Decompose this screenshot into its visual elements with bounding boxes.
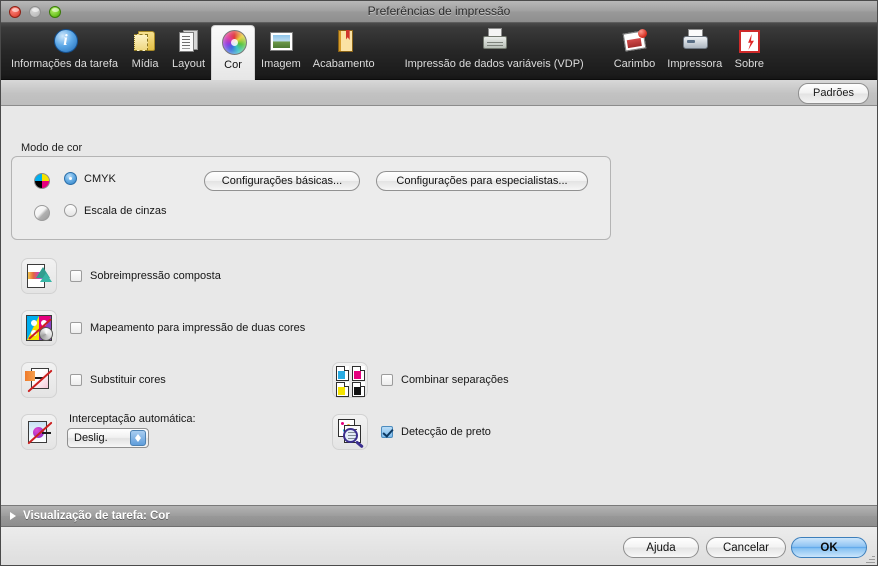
substitute-colors-icon [21, 362, 57, 398]
stamp-icon [619, 27, 649, 57]
printer-icon [680, 27, 710, 57]
checkbox-two-color-map[interactable] [70, 322, 82, 334]
toolbar-item-job-info[interactable]: i Informações da tarefa [5, 25, 124, 78]
print-preferences-window: Preferências de impressão i Informações … [0, 0, 878, 566]
toolbar-label: Impressão de dados variáveis (VDP) [404, 58, 584, 70]
toolbar-item-image[interactable]: Imagem [255, 25, 307, 78]
toolbar-item-finishing[interactable]: Acabamento [307, 25, 381, 78]
option-label: Sobreimpressão composta [90, 270, 221, 282]
expert-settings-button[interactable]: Configurações para especialistas... [376, 171, 588, 191]
option-auto-trapping [21, 414, 57, 450]
toolbar-label: Carimbo [613, 58, 656, 70]
finishing-icon [329, 27, 359, 57]
toolbar-item-stamp[interactable]: Carimbo [608, 25, 662, 78]
cmyk-wheel-icon [34, 173, 50, 189]
main-toolbar: i Informações da tarefa Mídia Layout Cor… [1, 23, 877, 80]
color-settings-panel: Modo de cor CMYK Escala de cinzas Config… [1, 106, 877, 505]
toolbar-label: Imagem [261, 58, 301, 70]
toolbar-label: Layout [172, 58, 206, 70]
composite-overprint-icon [21, 258, 57, 294]
radio-option-cmyk[interactable]: CMYK [64, 172, 116, 185]
window-title: Preferências de impressão [367, 4, 511, 18]
color-mode-group-label: Modo de cor [21, 142, 83, 154]
cancel-button[interactable]: Cancelar [706, 537, 786, 558]
media-icon [130, 27, 160, 57]
two-color-map-icon [21, 310, 57, 346]
radio-label: Escala de cinzas [84, 204, 167, 217]
toolbar-item-about[interactable]: Sobre [728, 25, 770, 78]
option-two-color-map[interactable]: Mapeamento para impressão de duas cores [21, 310, 305, 346]
checkbox-black-detection[interactable] [381, 426, 393, 438]
toolbar-item-layout[interactable]: Layout [166, 25, 211, 78]
radio-option-grayscale[interactable]: Escala de cinzas [64, 204, 167, 217]
toolbar-label: Mídia [131, 58, 159, 70]
option-combine-separations[interactable]: Combinar separações [332, 362, 509, 398]
auto-trapping-label: Interceptação automática: [69, 413, 196, 425]
auto-trapping-value: Deslig. [74, 432, 108, 444]
checkbox-composite-overprint[interactable] [70, 270, 82, 282]
defaults-bar: Padrões [1, 80, 877, 106]
option-label: Detecção de preto [401, 426, 491, 438]
chevron-right-icon [10, 512, 16, 520]
toolbar-item-media[interactable]: Mídia [124, 25, 166, 78]
option-substitute-colors[interactable]: Substituir cores [21, 362, 166, 398]
basic-settings-button[interactable]: Configurações básicas... [204, 171, 360, 191]
window-titlebar: Preferências de impressão [1, 1, 877, 23]
resize-grip[interactable] [862, 554, 875, 565]
ok-button[interactable]: OK [791, 537, 867, 558]
image-icon [266, 27, 296, 57]
toolbar-label: Impressora [667, 58, 723, 70]
toolbar-label: Informações da tarefa [11, 58, 119, 70]
toolbar-item-printer[interactable]: Impressora [661, 25, 728, 78]
checkbox-combine-separations[interactable] [381, 374, 393, 386]
toolbar-label: Sobre [734, 58, 764, 70]
option-label: Mapeamento para impressão de duas cores [90, 322, 306, 334]
disclosure-label: Visualização de tarefa: Cor [23, 510, 170, 522]
color-wheel-icon [218, 28, 248, 58]
help-button[interactable]: Ajuda [623, 537, 699, 558]
defaults-button[interactable]: Padrões [798, 83, 869, 104]
grayscale-sphere-icon [34, 205, 50, 221]
about-icon [734, 27, 764, 57]
radio-grayscale[interactable] [64, 204, 77, 217]
auto-trapping-icon [21, 414, 57, 450]
radio-cmyk[interactable] [64, 172, 77, 185]
toolbar-item-vdp[interactable]: Impressão de dados variáveis (VDP) [399, 25, 590, 78]
option-label: Substituir cores [90, 374, 166, 386]
dialog-footer: Ajuda Cancelar OK [1, 527, 877, 565]
job-preview-disclosure[interactable]: Visualização de tarefa: Cor [1, 505, 877, 527]
toolbar-item-color[interactable]: Cor [211, 25, 256, 80]
layout-icon [174, 27, 204, 57]
radio-label: CMYK [84, 172, 116, 185]
toolbar-label: Cor [224, 59, 242, 71]
auto-trapping-select[interactable]: Deslig. [67, 428, 149, 448]
color-mode-group-box: CMYK Escala de cinzas Configurações bási… [11, 156, 611, 240]
stepper-arrows-icon[interactable] [130, 430, 146, 446]
checkbox-substitute-colors[interactable] [70, 374, 82, 386]
info-icon: i [50, 27, 80, 57]
option-composite-overprint[interactable]: Sobreimpressão composta [21, 258, 221, 294]
combine-separations-icon [332, 362, 368, 398]
vdp-printer-icon [479, 27, 509, 57]
option-black-detection[interactable]: Detecção de preto [332, 414, 491, 450]
black-detection-icon [332, 414, 368, 450]
toolbar-label: Acabamento [312, 58, 375, 70]
option-label: Combinar separações [401, 374, 509, 386]
